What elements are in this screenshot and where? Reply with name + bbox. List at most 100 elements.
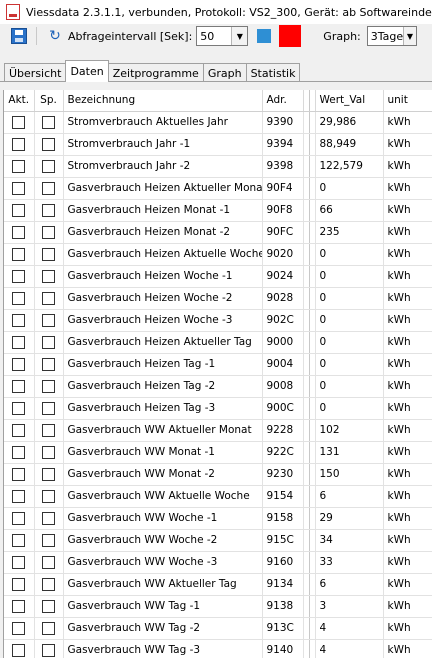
akt-checkbox[interactable] — [12, 511, 26, 525]
table-row[interactable]: Gasverbrauch WW Tag -1 9138 3 kWh — [4, 595, 432, 618]
tab-daten[interactable]: Daten — [65, 60, 109, 82]
table-row[interactable]: Stromverbrauch Aktuelles Jahr 9390 29,986 k… — [4, 111, 432, 134]
sp-checkbox[interactable] — [42, 445, 55, 459]
sp-checkbox[interactable] — [42, 621, 55, 635]
akt-checkbox[interactable] — [12, 643, 26, 657]
sp-checkbox[interactable] — [42, 181, 55, 195]
interval-select[interactable]: 50 ▼ — [196, 26, 249, 46]
sp-checkbox[interactable] — [42, 511, 55, 525]
tab-statistik[interactable]: Statistik — [245, 63, 301, 82]
akt-checkbox[interactable] — [12, 533, 26, 547]
sp-checkbox[interactable] — [42, 247, 55, 261]
sp-checkbox[interactable] — [42, 335, 55, 349]
data-grid[interactable]: Akt. Sp. Bezeichnung Adr. Wert_Val unit … — [3, 90, 432, 658]
akt-checkbox[interactable] — [12, 335, 26, 349]
table-row[interactable]: Gasverbrauch Heizen Woche -2 9028 0 kWh — [4, 287, 432, 310]
column-header-akt[interactable]: Akt. — [4, 90, 35, 112]
sp-checkbox[interactable] — [42, 203, 55, 217]
table-row[interactable]: Gasverbrauch Heizen Tag -3 900C 0 kWh — [4, 397, 432, 420]
akt-checkbox[interactable] — [12, 379, 26, 393]
sp-checkbox[interactable] — [42, 467, 55, 481]
sp-checkbox[interactable] — [42, 379, 55, 393]
chevron-down-icon[interactable]: ▼ — [231, 27, 248, 45]
akt-checkbox[interactable] — [12, 203, 26, 217]
sp-checkbox[interactable] — [42, 115, 55, 129]
table-row[interactable]: Gasverbrauch Heizen Tag -2 9008 0 kWh — [4, 375, 432, 398]
table-row[interactable]: Gasverbrauch WW Tag -3 9140 4 kWh — [4, 639, 432, 658]
akt-checkbox[interactable] — [12, 467, 26, 481]
cell-bezeichnung: Gasverbrauch Heizen Aktueller Tag — [63, 331, 263, 354]
table-row[interactable]: Gasverbrauch WW Monat -1 922C 131 kWh — [4, 441, 432, 464]
sp-checkbox[interactable] — [42, 555, 55, 569]
akt-checkbox[interactable] — [12, 621, 26, 635]
table-row[interactable]: Gasverbrauch WW Monat -2 9230 150 kWh — [4, 463, 432, 486]
sp-checkbox[interactable] — [42, 313, 55, 327]
akt-checkbox[interactable] — [12, 577, 26, 591]
akt-checkbox[interactable] — [12, 313, 26, 327]
table-row[interactable]: Gasverbrauch Heizen Woche -1 9024 0 kWh — [4, 265, 432, 288]
sp-checkbox[interactable] — [42, 423, 55, 437]
table-row[interactable]: Stromverbrauch Jahr -1 9394 88,949 kWh — [4, 133, 432, 156]
cell-sp — [34, 595, 64, 618]
table-row[interactable]: Gasverbrauch Heizen Tag -1 9004 0 kWh — [4, 353, 432, 376]
sp-checkbox[interactable] — [42, 357, 55, 371]
tab-graph[interactable]: Graph — [202, 63, 247, 82]
akt-checkbox[interactable] — [12, 225, 26, 239]
table-row[interactable]: Gasverbrauch WW Aktuelle Woche 9154 6 kWh — [4, 485, 432, 508]
column-header-wert[interactable]: Wert_Val — [315, 90, 384, 112]
table-row[interactable]: Gasverbrauch WW Tag -2 913C 4 kWh — [4, 617, 432, 640]
column-header-unit[interactable]: unit — [383, 90, 432, 112]
sp-checkbox[interactable] — [42, 643, 55, 657]
table-row[interactable]: Gasverbrauch WW Woche -2 915C 34 kWh — [4, 529, 432, 552]
graph-select[interactable]: 3Tage ▼ — [366, 26, 417, 46]
akt-checkbox[interactable] — [12, 599, 26, 613]
sp-checkbox[interactable] — [42, 489, 55, 503]
table-row[interactable]: Gasverbrauch WW Aktueller Tag 9134 6 kWh — [4, 573, 432, 596]
cell-bezeichnung: Gasverbrauch WW Aktueller Monat — [63, 419, 263, 442]
sp-checkbox[interactable] — [42, 137, 55, 151]
table-row[interactable]: Gasverbrauch Heizen Aktueller Tag 9000 0 kW… — [4, 331, 432, 354]
akt-checkbox[interactable] — [12, 137, 26, 151]
save-icon[interactable] — [11, 28, 27, 44]
table-row[interactable]: Gasverbrauch Heizen Monat -2 90FC 235 kWh — [4, 221, 432, 244]
table-row[interactable]: Gasverbrauch WW Aktueller Monat 9228 102 kW… — [4, 419, 432, 442]
table-row[interactable]: Gasverbrauch WW Woche -1 9158 29 kWh — [4, 507, 432, 530]
sp-checkbox[interactable] — [42, 159, 55, 173]
akt-checkbox[interactable] — [12, 423, 26, 437]
akt-checkbox[interactable] — [12, 181, 26, 195]
sp-checkbox[interactable] — [42, 291, 55, 305]
table-row[interactable]: Stromverbrauch Jahr -2 9398 122,579 kWh — [4, 155, 432, 178]
column-header-adr[interactable]: Adr. — [262, 90, 304, 112]
column-header-bezeichnung[interactable]: Bezeichnung — [63, 90, 263, 112]
chevron-down-icon[interactable]: ▼ — [403, 27, 416, 45]
sp-checkbox[interactable] — [42, 269, 55, 283]
refresh-icon[interactable]: ↻ — [47, 28, 63, 44]
cell-adr: 9398 — [262, 155, 304, 178]
table-row[interactable]: Gasverbrauch Heizen Aktueller Monat 90F4 0… — [4, 177, 432, 200]
table-row[interactable]: Gasverbrauch Heizen Aktuelle Woche 9020 0 k… — [4, 243, 432, 266]
akt-checkbox[interactable] — [12, 357, 26, 371]
cell-wert: 0 — [315, 287, 384, 310]
column-header-sp[interactable]: Sp. — [34, 90, 64, 112]
sp-checkbox[interactable] — [42, 533, 55, 547]
sp-checkbox[interactable] — [42, 225, 55, 239]
sp-checkbox[interactable] — [42, 401, 55, 415]
akt-checkbox[interactable] — [12, 115, 26, 129]
akt-checkbox[interactable] — [12, 269, 26, 283]
stop-button[interactable] — [257, 29, 272, 43]
akt-checkbox[interactable] — [12, 159, 26, 173]
table-row[interactable]: Gasverbrauch Heizen Woche -3 902C 0 kWh — [4, 309, 432, 332]
connection-status-indicator[interactable] — [279, 25, 302, 47]
table-row[interactable]: Gasverbrauch Heizen Monat -1 90F8 66 kWh — [4, 199, 432, 222]
sp-checkbox[interactable] — [42, 577, 55, 591]
akt-checkbox[interactable] — [12, 291, 26, 305]
akt-checkbox[interactable] — [12, 247, 26, 261]
tab-uebersicht[interactable]: Übersicht — [4, 63, 67, 82]
akt-checkbox[interactable] — [12, 489, 26, 503]
akt-checkbox[interactable] — [12, 445, 26, 459]
sp-checkbox[interactable] — [42, 599, 55, 613]
akt-checkbox[interactable] — [12, 401, 26, 415]
table-row[interactable]: Gasverbrauch WW Woche -3 9160 33 kWh — [4, 551, 432, 574]
akt-checkbox[interactable] — [12, 555, 26, 569]
tab-zeitprogramme[interactable]: Zeitprogramme — [107, 63, 204, 82]
